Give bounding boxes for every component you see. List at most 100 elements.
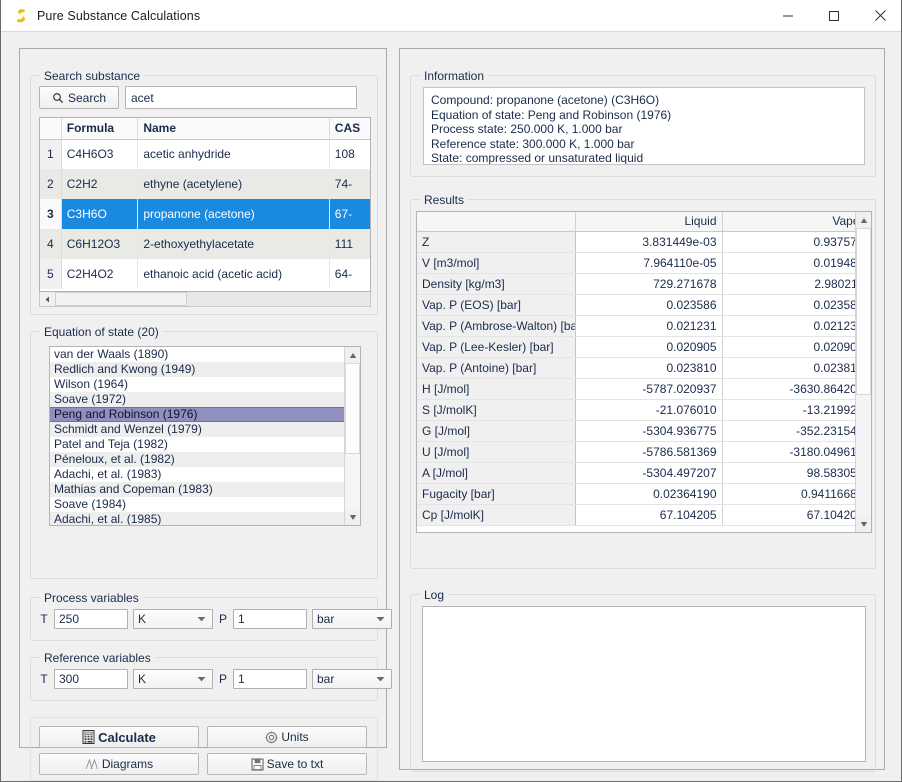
eos-list-item[interactable]: Péneloux, et al. (1982) <box>50 452 344 467</box>
cell-cas: 74- <box>329 169 370 199</box>
cell-name: ethyne (acetylene) <box>137 169 330 199</box>
eos-list-item[interactable]: Redlich and Kwong (1949) <box>50 362 344 377</box>
eos-scroll-thumb[interactable] <box>345 363 360 454</box>
results-row[interactable]: Cp [J/molK]67.10420567.104205 <box>417 504 855 526</box>
reference-p-unit-select[interactable]: bar <box>312 669 392 689</box>
process-t-input[interactable] <box>54 609 128 629</box>
diagrams-button[interactable]: Diagrams <box>39 753 199 775</box>
column-header-cas[interactable]: CAS <box>329 118 370 140</box>
eos-list-item[interactable]: Peng and Robinson (1976) <box>50 407 344 422</box>
app-window: Pure Substance Calculations Search subst… <box>0 0 902 782</box>
column-header-name[interactable]: Name <box>137 118 330 140</box>
eos-list-item[interactable]: Soave (1984) <box>50 497 344 512</box>
results-row[interactable]: A [J/mol]-5304.49720798.583059 <box>417 462 855 484</box>
results-row[interactable]: Fugacity [bar]0.023641900.94116684 <box>417 483 855 505</box>
title-bar: Pure Substance Calculations <box>1 0 901 32</box>
eos-list-item[interactable]: Mathias and Copeman (1983) <box>50 482 344 497</box>
results-vapor-value: 0.021231 <box>722 315 855 337</box>
results-row[interactable]: Z3.831449e-030.937574 <box>417 231 855 253</box>
results-row-header: V [m3/mol] <box>417 252 576 274</box>
reference-p-input[interactable] <box>233 669 307 689</box>
results-row[interactable]: V [m3/mol]7.964110e-050.019489 <box>417 252 855 274</box>
results-row[interactable]: Vap. P (EOS) [bar]0.0235860.023586 <box>417 294 855 316</box>
triangle-up-icon[interactable] <box>856 212 871 228</box>
results-vscrollbar[interactable] <box>855 212 871 532</box>
results-vapor-value: 2.980211 <box>722 273 855 295</box>
eos-list-item[interactable]: Wilson (1964) <box>50 377 344 392</box>
process-p-label: P <box>218 612 227 626</box>
process-p-unit-value: bar <box>317 612 335 626</box>
eos-list[interactable]: van der Waals (1890) Redlich and Kwong (1… <box>49 346 361 526</box>
units-button[interactable]: Units <box>207 726 367 748</box>
results-column-header-liquid[interactable]: Liquid <box>575 212 723 232</box>
cell-formula: C2H4O2 <box>61 259 139 289</box>
cell-cas: 111 <box>329 229 370 259</box>
information-line: Reference state: 300.000 K, 1.000 bar <box>431 136 635 151</box>
results-table-header: Liquid Vapor <box>417 212 855 232</box>
process-p-unit-select[interactable]: bar <box>312 609 392 629</box>
table-row[interactable]: 3 C3H6O propanone (acetone) 67- <box>40 199 370 229</box>
results-vapor-value: 0.023586 <box>722 294 855 316</box>
results-row[interactable]: Vap. P (Ambrose-Walton) [bar] 0.021231 0.0… <box>417 315 855 337</box>
triangle-left-icon[interactable] <box>40 292 55 306</box>
reference-t-input[interactable] <box>54 669 128 689</box>
minimize-icon[interactable] <box>765 0 811 32</box>
process-p-input[interactable] <box>233 609 307 629</box>
eos-list-item[interactable]: Adachi, et al. (1983) <box>50 467 344 482</box>
column-header-formula[interactable]: Formula <box>61 118 139 140</box>
results-liquid-value: 0.02364190 <box>575 483 723 505</box>
results-row[interactable]: Density [kg/m3]729.2716782.980211 <box>417 273 855 295</box>
table-row[interactable]: 4 C6H12O3 2-ethoxyethylacetate 111 <box>40 229 370 259</box>
maximize-icon[interactable] <box>811 0 857 32</box>
close-icon[interactable] <box>857 0 901 32</box>
eos-vscrollbar[interactable] <box>344 347 360 525</box>
process-t-unit-select[interactable]: K <box>133 609 213 629</box>
results-row-header: Fugacity [bar] <box>417 483 576 505</box>
table-row[interactable]: 2 C2H2 ethyne (acetylene) 74- <box>40 169 370 199</box>
results-row[interactable]: Vap. P (Lee-Kesler) [bar]0.0209050.02090… <box>417 336 855 358</box>
triangle-down-icon[interactable] <box>856 516 871 532</box>
substance-table[interactable]: Formula Name CAS 1 C4H6O3 acetic anhydride… <box>39 117 371 292</box>
eos-scroll-track[interactable] <box>345 363 360 509</box>
reference-t-label: T <box>40 672 48 686</box>
results-liquid-value: 7.964110e-05 <box>575 252 723 274</box>
results-table[interactable]: Liquid Vapor Z3.831449e-030.937574V [m3/… <box>416 211 872 533</box>
results-row-header: Cp [J/molK] <box>417 504 576 526</box>
results-row[interactable]: Vap. P (Antoine) [bar]0.0238100.023810 <box>417 357 855 379</box>
results-column-header-vapor[interactable]: Vapor <box>722 212 855 232</box>
save-to-txt-button[interactable]: Save to txt <box>207 753 367 775</box>
cell-formula: C3H6O <box>61 199 139 229</box>
results-scroll-thumb[interactable] <box>856 228 871 396</box>
results-vapor-value: -352.231540 <box>722 420 855 442</box>
eos-list-item[interactable]: Patel and Teja (1982) <box>50 437 344 452</box>
table-row[interactable]: 5 C2H4O2 ethanoic acid (acetic acid) 64- <box>40 259 370 289</box>
cell-formula: C6H12O3 <box>61 229 139 259</box>
results-row-header: S [J/molK] <box>417 399 576 421</box>
search-input[interactable] <box>125 86 357 109</box>
results-row[interactable]: U [J/mol]-5786.581369-3180.049610 <box>417 441 855 463</box>
substance-table-hscrollbar[interactable] <box>39 292 371 307</box>
table-row[interactable]: 1 C4H6O3 acetic anhydride 108 <box>40 139 370 169</box>
calculator-icon <box>82 730 95 744</box>
s-logo-icon <box>11 6 31 26</box>
results-liquid-value: 0.021231 <box>575 315 723 337</box>
calculate-button[interactable]: Calculate <box>39 726 199 748</box>
hscroll-thumb[interactable] <box>55 292 188 306</box>
eos-list-item[interactable]: van der Waals (1890) <box>50 347 344 362</box>
triangle-down-icon[interactable] <box>345 509 360 525</box>
chevron-down-icon <box>376 616 385 622</box>
cell-cas: 64- <box>329 259 370 289</box>
results-row[interactable]: H [J/mol]-5787.020937-3630.864209 <box>417 378 855 400</box>
eos-list-item[interactable]: Schmidt and Wenzel (1979) <box>50 422 344 437</box>
results-scroll-track[interactable] <box>856 228 871 516</box>
eos-list-item[interactable]: Soave (1972) <box>50 392 344 407</box>
results-row[interactable]: G [J/mol]-5304.936775-352.231540 <box>417 420 855 442</box>
eos-list-item[interactable]: Adachi, et al. (1985) <box>50 512 344 525</box>
search-button[interactable]: Search <box>39 86 119 109</box>
hscroll-track[interactable] <box>55 292 370 306</box>
reference-t-unit-select[interactable]: K <box>133 669 213 689</box>
triangle-up-icon[interactable] <box>345 347 360 363</box>
row-index: 1 <box>40 139 62 169</box>
results-row[interactable]: S [J/molK]-21.076010-13.219921 <box>417 399 855 421</box>
log-textarea[interactable] <box>422 606 866 762</box>
